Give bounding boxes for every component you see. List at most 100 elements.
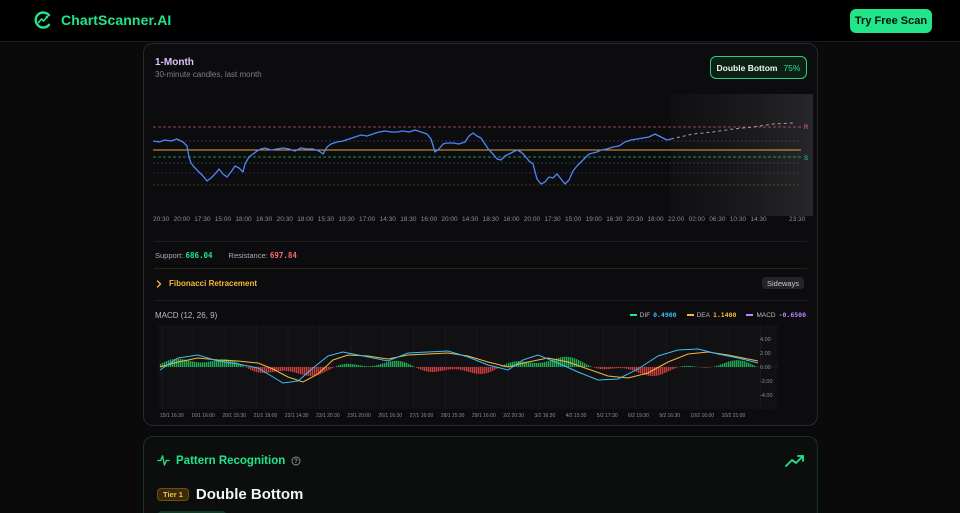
macd-histogram-bar — [456, 367, 458, 370]
macd-histogram-bar — [400, 361, 402, 367]
time-axis: 20:30 20:00 17:30 15:00 18:00 16:30 20:30 18:00… — [153, 216, 813, 228]
legend-dif: DIF 0.4900 — [629, 311, 677, 319]
macd-histogram-bar — [546, 361, 548, 367]
legend-dea-label: DEA — [696, 311, 710, 319]
macd-x-tick-label: 26/1 16:30 — [378, 413, 402, 419]
macd-histogram-bar — [236, 362, 238, 367]
macd-histogram-bar — [596, 367, 598, 369]
macd-histogram-bar — [330, 367, 332, 369]
chevron-right-icon — [156, 279, 162, 288]
help-circle-icon[interactable]: ? — [291, 456, 301, 466]
macd-histogram-bar — [388, 361, 390, 367]
macd-histogram-bar — [548, 360, 550, 367]
macd-chart[interactable]: 4.00 2.00 0.00 -2.00 -4.00 15/1 16:30 16/1 16… — [158, 325, 808, 420]
macd-histogram-bar — [598, 367, 600, 369]
macd-histogram-bar — [338, 365, 340, 367]
macd-histogram-bar — [370, 366, 372, 367]
macd-histogram-bar — [406, 363, 408, 367]
macd-histogram-bar — [464, 367, 466, 371]
macd-histogram-bar — [648, 367, 650, 376]
macd-histogram-bar — [342, 364, 344, 367]
macd-histogram-bar — [662, 367, 664, 374]
macd-x-tick-label: 23/1 20:30 — [316, 413, 340, 419]
pulse-icon — [157, 455, 170, 466]
macd-y-tick-label: 4.00 — [760, 337, 771, 343]
macd-histogram-bar — [450, 367, 452, 370]
pattern-recognition-card: Pattern Recognition ? Tier 1 Double Bott… — [143, 436, 818, 513]
time-tick-label: 20:30 — [153, 216, 170, 223]
macd-histogram-bar — [420, 367, 422, 370]
macd-histogram-bar — [444, 367, 446, 371]
macd-histogram-bar — [458, 367, 460, 370]
macd-histogram-bar — [252, 367, 254, 371]
pattern-name: Double Bottom — [195, 486, 304, 503]
price-chart[interactable]: R S — [153, 94, 813, 230]
macd-histogram-bar — [212, 360, 214, 367]
fibonacci-toggle[interactable]: Fibonacci Retracement — [155, 279, 257, 288]
macd-histogram-bar — [448, 367, 450, 370]
macd-histogram-bar — [416, 367, 418, 368]
time-tick-label: 14:30 — [750, 216, 767, 223]
timeframe-subtitle: 30-minute candles, last month — [155, 70, 262, 79]
macd-histogram-bar — [708, 367, 710, 368]
macd-x-tick-label: 3/2 16:30 — [534, 413, 555, 419]
macd-histogram-bar — [738, 360, 740, 367]
trend-badge: Sideways — [762, 277, 805, 289]
macd-histogram-bar — [694, 366, 696, 367]
brand[interactable]: ChartScanner.AI — [33, 10, 171, 30]
macd-histogram-bar — [280, 367, 282, 371]
macd-histogram-bar — [748, 362, 750, 367]
svg-text:?: ? — [294, 459, 298, 465]
pattern-badge-name: Double Bottom — [716, 62, 778, 73]
macd-histogram-bar — [744, 361, 746, 367]
legend-dif-value: 0.4900 — [653, 311, 677, 319]
macd-histogram-bar — [570, 357, 572, 367]
macd-x-tick-label: 9/2 16:30 — [659, 413, 680, 419]
macd-title: MACD (12, 26, 9) — [155, 311, 218, 320]
legend-macd-value: -0.6500 — [778, 311, 806, 319]
macd-histogram-bar — [642, 367, 644, 375]
macd-histogram-bar — [754, 365, 756, 367]
macd-histogram-bar — [434, 367, 436, 372]
macd-histogram-bar — [452, 367, 454, 370]
macd-histogram-bar — [736, 360, 738, 367]
macd-histogram-bar — [732, 360, 734, 367]
trend-up-icon — [785, 455, 804, 467]
macd-histogram-bar — [440, 367, 442, 372]
detected-pattern-badge[interactable]: Double Bottom 75% — [710, 56, 807, 79]
time-tick-label: 22:00 — [668, 216, 685, 223]
macd-histogram-bar — [304, 367, 306, 376]
macd-histogram-bar — [302, 367, 304, 375]
time-tick-label: 18:30 — [400, 216, 417, 223]
macd-histogram-bar — [206, 362, 208, 367]
time-tick-label: 23:30 — [789, 216, 806, 223]
macd-histogram-bar — [558, 357, 560, 367]
macd-histogram-bar — [626, 367, 628, 369]
time-tick-label: 15:00 — [214, 216, 232, 223]
macd-histogram-bar — [622, 367, 624, 369]
legend-dea: DEA 1.1400 — [686, 311, 736, 319]
macd-histogram-bar — [522, 361, 524, 367]
macd-histogram-bar — [576, 359, 578, 367]
macd-histogram-bar — [354, 364, 356, 367]
macd-x-axis: 15/1 16:30 16/1 16:00 20/1 15:30 21/1 19:00… — [160, 413, 745, 419]
macd-histogram-bar — [532, 362, 534, 367]
macd-histogram-bar — [702, 367, 704, 368]
macd-x-tick-label: 6/2 19:30 — [628, 413, 649, 419]
macd-legend: DIF 0.4900 DEA 1.1400 MACD -0.6500 — [629, 311, 806, 319]
macd-histogram-bar — [232, 360, 234, 367]
macd-histogram-bar — [182, 359, 184, 367]
macd-histogram-bar — [586, 364, 588, 367]
macd-histogram-bar — [676, 367, 678, 368]
try-free-scan-button[interactable]: Try Free Scan — [850, 9, 932, 33]
time-tick-label: 02:00 — [688, 216, 705, 223]
macd-histogram-bar — [750, 363, 752, 367]
macd-histogram-bar — [210, 361, 212, 367]
pattern-recognition-title: Pattern Recognition — [176, 454, 286, 467]
macd-x-tick-label: 4/2 15:30 — [566, 413, 587, 419]
macd-histogram-bar — [284, 367, 286, 371]
macd-histogram-bar — [208, 361, 210, 367]
time-tick-label: 10:30 — [729, 216, 747, 223]
macd-histogram-bar — [462, 367, 464, 371]
macd-x-tick-label: 23/1 20:00 — [347, 413, 371, 419]
